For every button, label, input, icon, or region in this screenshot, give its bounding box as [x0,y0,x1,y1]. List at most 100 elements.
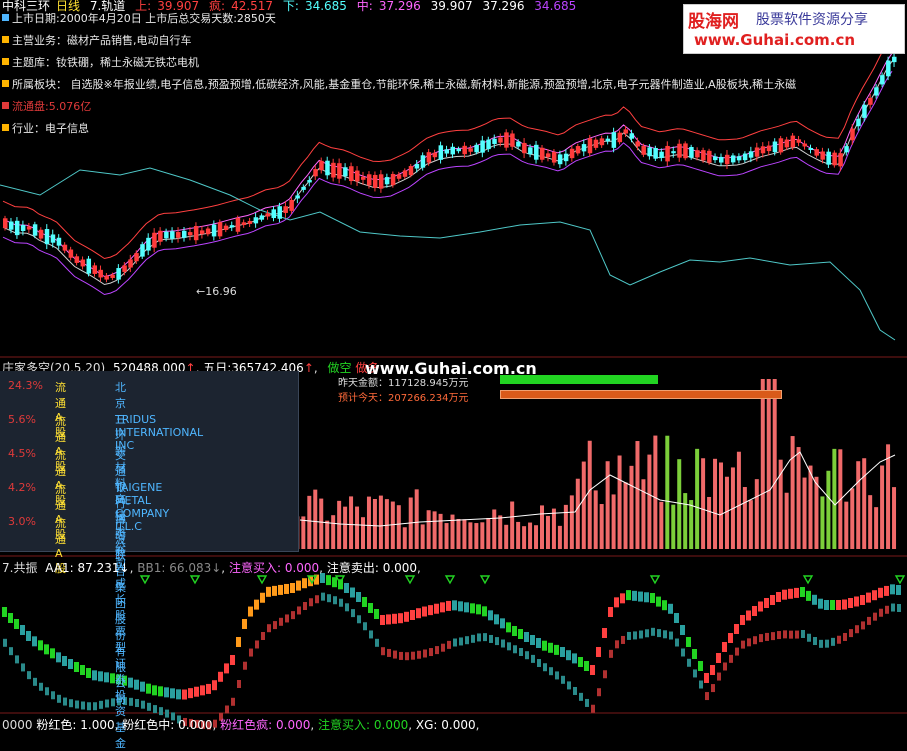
oscillator-block [27,671,31,680]
down-arrow-icon: ↓ [211,561,222,575]
guhai-logo: 股海网 股票软件资源分享 www.Guhai.com.cn [683,4,905,54]
candlestick [713,156,718,161]
candlestick [534,144,539,160]
volume-bar [587,440,592,549]
info-line: 主营业务：磁材产品销售,电动自行车 [2,32,192,48]
panel3-header: 7.共振 AA1: 87.231↓, BB1: 66.083↓, 注意买入: 0… [2,561,421,575]
volume-bar [540,505,544,549]
oscillator-block [848,598,853,608]
oscillator-block [8,613,13,623]
candlestick [372,174,378,188]
bullet-square-icon [2,80,9,87]
oscillator-block [2,607,7,617]
oscillator-block [297,606,301,615]
oscillator-block [626,590,631,601]
oscillator-block [549,667,553,676]
oscillator-block [369,630,373,639]
oscillator-block [794,587,799,598]
oscillator-block [9,647,13,656]
oscillator-block [849,629,853,638]
volume-bar [623,482,628,549]
volume-bar [599,504,604,549]
oscillator-block [741,640,745,649]
oscillator-block [807,633,811,642]
candlestick [110,274,115,279]
oscillator-block [560,647,565,657]
candlestick [432,152,438,158]
oscillator-block [105,699,109,708]
oscillator-block [56,652,61,663]
oscillator-block [813,637,817,646]
oscillator-block [80,665,85,675]
up-arrow-icon: ↑ [303,361,314,375]
volume-bar [880,465,885,549]
oscillator-block [692,649,697,659]
oscillator-block [591,704,595,713]
volume-bar [593,490,598,549]
volume-bar [874,507,879,549]
low-price-marker: ←16.96 [196,285,237,298]
oscillator-block [489,634,493,643]
oscillator-block [657,629,661,638]
oscillator-block [879,608,883,617]
volume-bar [301,516,306,549]
lower-value: 34.685 [304,0,347,13]
oscillator-block [765,632,769,641]
oscillator-block [45,687,49,696]
panel3-title[interactable]: 7.共振 [2,561,37,575]
oscillator-block [218,671,223,682]
candlestick [104,275,109,280]
candlestick [86,258,92,274]
oscillator-block [392,613,397,624]
oscillator-block [735,647,739,656]
candlestick [868,97,873,105]
oscillator-block [225,705,229,714]
oscillator-block [567,681,571,690]
candlestick [677,143,682,158]
candlestick [665,145,670,162]
candlestick [802,143,808,147]
volume-bar [325,520,330,549]
candlestick [32,224,38,236]
volume-bar [886,444,891,549]
candlestick [504,132,509,148]
oscillator-block [597,688,601,697]
candlestick [629,133,634,139]
oscillator-block [62,656,67,666]
oscillator-block [405,652,409,661]
candlestick [331,162,336,178]
candlestick [158,230,163,242]
oscillator-block [153,705,157,714]
candlestick [128,259,133,268]
candlestick [671,151,676,154]
volume-bar [337,500,342,549]
candlestick [808,147,813,151]
candlestick [522,142,527,154]
info-line-text: 上市日期:2000年4月20日 上市后总交易天数:2850天 [12,12,276,25]
oscillator-block [519,648,523,657]
candlestick [152,232,157,248]
candlestick [653,148,658,159]
oscillator-block [548,642,553,653]
oscillator-block [248,606,253,617]
oscillator-block [212,680,217,691]
oscillator-block [746,610,751,621]
oscillator-block [417,650,421,659]
volume-bar [355,506,360,549]
oscillator-block [812,594,817,605]
info-line-text: 主营业务：磁材产品销售,电动自行车 [12,34,192,47]
oscillator-block [513,645,517,654]
volume-bar [844,501,849,549]
candlestick [540,147,545,160]
oscillator-block [819,639,823,648]
today-estimate-label: 预计今天：207266.234万元 [338,393,469,404]
oscillator-block [687,658,691,667]
top-shareholders-panel[interactable]: 24.3% 流通A股 北京三环新材料高技术公司 5.6% 流通A股 TRIDUS INTE… [0,371,299,750]
shareholder-name: 宁波联合集团股份有限公司 [115,517,126,706]
candlestick [551,152,557,163]
oscillator-block [615,640,619,649]
candlestick [366,174,372,186]
oscillator-block [656,596,661,607]
volume-bar [701,458,706,549]
candlestick [760,146,766,154]
